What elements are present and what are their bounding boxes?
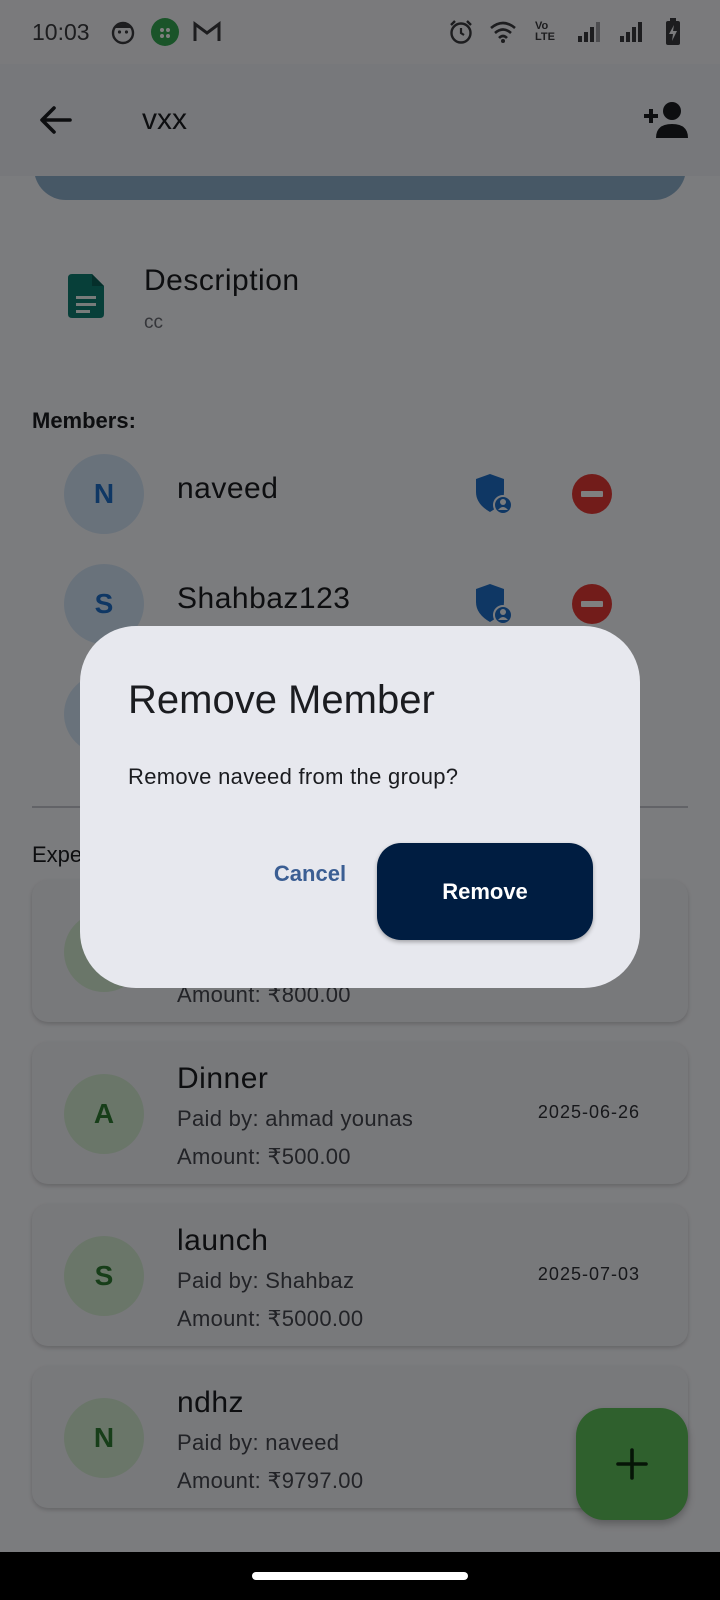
cancel-button[interactable]: Cancel — [248, 842, 372, 906]
remove-member-dialog: Remove Member Remove naveed from the gro… — [80, 626, 640, 988]
remove-button[interactable]: Remove — [377, 843, 593, 940]
dialog-message: Remove naveed from the group? — [128, 764, 459, 789]
home-gesture-handle[interactable] — [252, 1572, 468, 1580]
dialog-title: Remove Member — [128, 678, 435, 722]
system-nav-bar — [0, 1552, 720, 1600]
